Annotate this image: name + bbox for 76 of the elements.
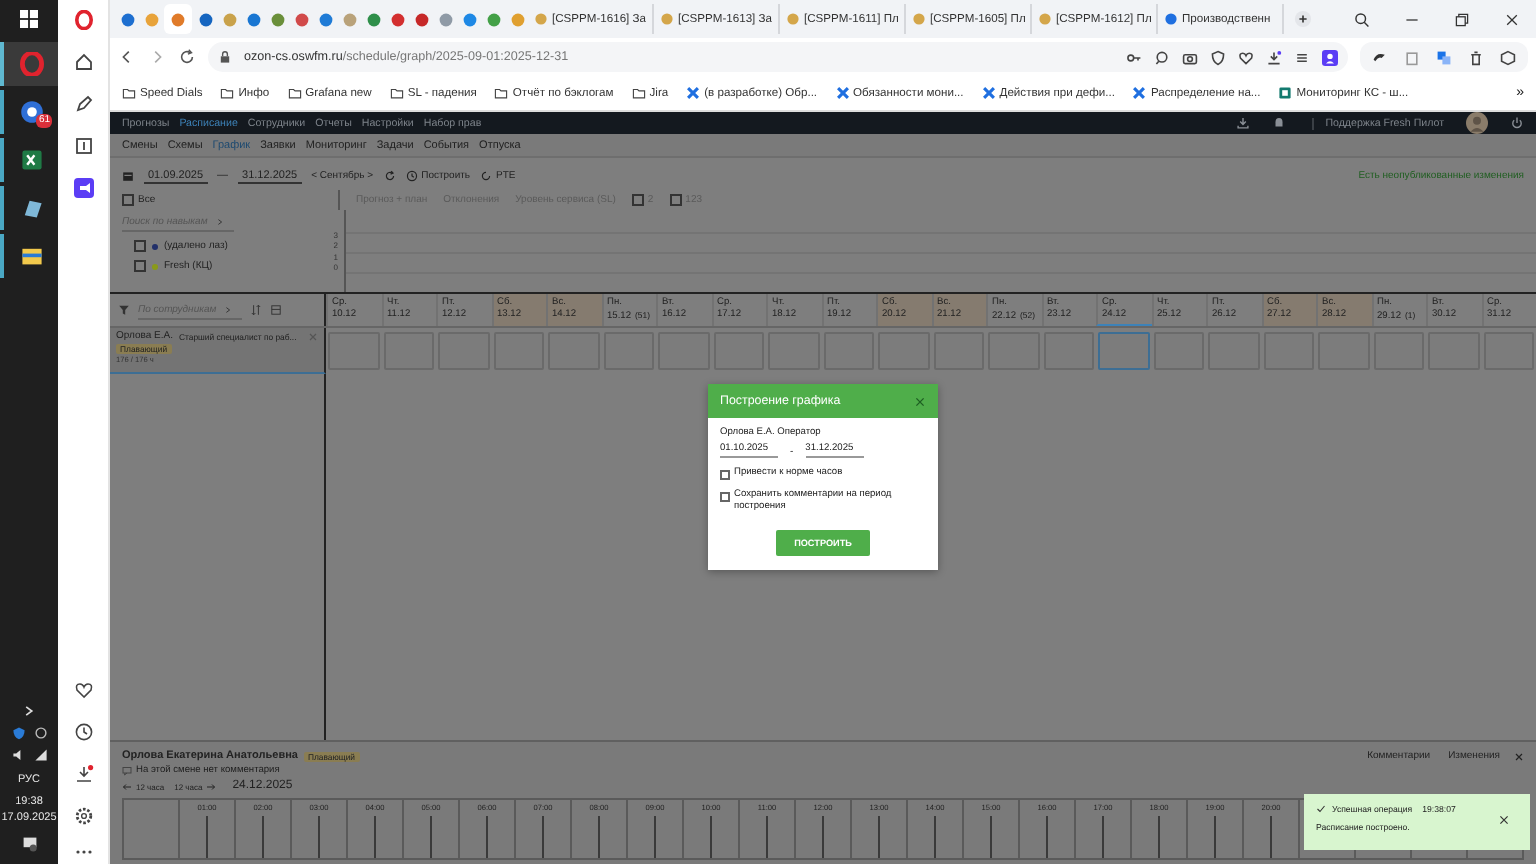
refresh-icon[interactable]: [383, 170, 396, 182]
cross-icon: [686, 86, 701, 100]
close-icon[interactable]: [1504, 11, 1520, 27]
schedule-cell[interactable]: [328, 332, 379, 370]
app-icon[interactable]: [19, 196, 43, 220]
folder-icon: [220, 86, 235, 100]
download-icon[interactable]: [1235, 116, 1250, 130]
schedule-cell[interactable]: [1153, 332, 1204, 370]
site-icon: [1038, 12, 1052, 26]
chevron-icon[interactable]: [22, 704, 36, 718]
messenger-icon[interactable]: [73, 178, 93, 198]
speaker-icon[interactable]: [11, 748, 25, 762]
reload-icon[interactable]: [178, 48, 196, 66]
opera-icon[interactable]: [19, 52, 43, 76]
camera-icon[interactable]: [1182, 49, 1198, 65]
sheet-icon: [1278, 86, 1293, 100]
sort-icon[interactable]: [250, 304, 262, 316]
cross-icon: [981, 86, 996, 100]
translate-icon[interactable]: [1436, 49, 1452, 65]
folder-icon: [287, 86, 302, 100]
cross-icon: [835, 86, 850, 100]
notification-icon[interactable]: [21, 836, 37, 852]
schedule-cell[interactable]: [1098, 332, 1149, 370]
network-icon[interactable]: [33, 748, 47, 762]
rotate-icon: [480, 170, 493, 182]
check-icon: [1316, 804, 1326, 814]
folder-icon: [494, 86, 509, 100]
close-icon[interactable]: [1498, 814, 1510, 826]
windows-icon[interactable]: [20, 10, 38, 28]
profile-icon[interactable]: [1322, 49, 1338, 65]
folder-icon: [122, 86, 136, 100]
site-icon: [660, 12, 674, 26]
shield-icon[interactable]: [1210, 49, 1226, 65]
arrow-right-icon: [206, 781, 217, 791]
home-icon[interactable]: [73, 52, 93, 72]
opera-logo-icon[interactable]: [73, 10, 93, 30]
cross-icon: [1132, 86, 1147, 100]
folder-icon[interactable]: [19, 244, 43, 268]
site-icon: [786, 12, 800, 26]
clipboard-icon[interactable]: [1404, 49, 1420, 65]
search-icon[interactable]: [1354, 11, 1370, 27]
zoom-icon[interactable]: [1154, 49, 1170, 65]
restore-icon[interactable]: [1454, 11, 1470, 27]
browser-icon[interactable]: [19, 100, 43, 124]
circle-icon[interactable]: [33, 726, 47, 740]
lock-icon: [218, 50, 232, 64]
cube-icon[interactable]: [1500, 49, 1516, 65]
shield-icon[interactable]: [11, 726, 25, 740]
folder-icon: [389, 86, 404, 100]
logout-icon[interactable]: [1510, 116, 1524, 130]
filter-icon[interactable]: [118, 304, 130, 316]
folder-icon: [631, 86, 646, 100]
pinned-tab[interactable]: [164, 4, 192, 34]
clock-icon: [405, 170, 418, 182]
download-icon[interactable]: [1266, 49, 1282, 65]
calendar-icon[interactable]: [122, 170, 134, 182]
menu-icon[interactable]: [1294, 49, 1310, 65]
arrow-left-icon: [122, 781, 132, 791]
settings-icon[interactable]: [73, 806, 93, 826]
key-icon[interactable]: [1126, 49, 1142, 65]
heart-icon[interactable]: [73, 680, 93, 700]
download-icon[interactable]: [73, 764, 93, 784]
site-icon: [1164, 12, 1178, 26]
heart-icon[interactable]: [1238, 49, 1254, 65]
avatar[interactable]: [1466, 112, 1488, 134]
more-icon[interactable]: [73, 848, 93, 856]
spreadsheet-icon[interactable]: [19, 148, 43, 172]
history-icon[interactable]: [73, 722, 93, 742]
table-icon[interactable]: [270, 304, 282, 316]
bell-icon[interactable]: [1271, 116, 1286, 130]
comment-icon: [122, 766, 132, 776]
site-icon: [912, 12, 926, 26]
extension-icon[interactable]: [1372, 49, 1388, 65]
new-tab-icon[interactable]: [1294, 10, 1312, 28]
trash-icon[interactable]: [1468, 49, 1484, 65]
tab-counter-icon[interactable]: [73, 136, 93, 156]
